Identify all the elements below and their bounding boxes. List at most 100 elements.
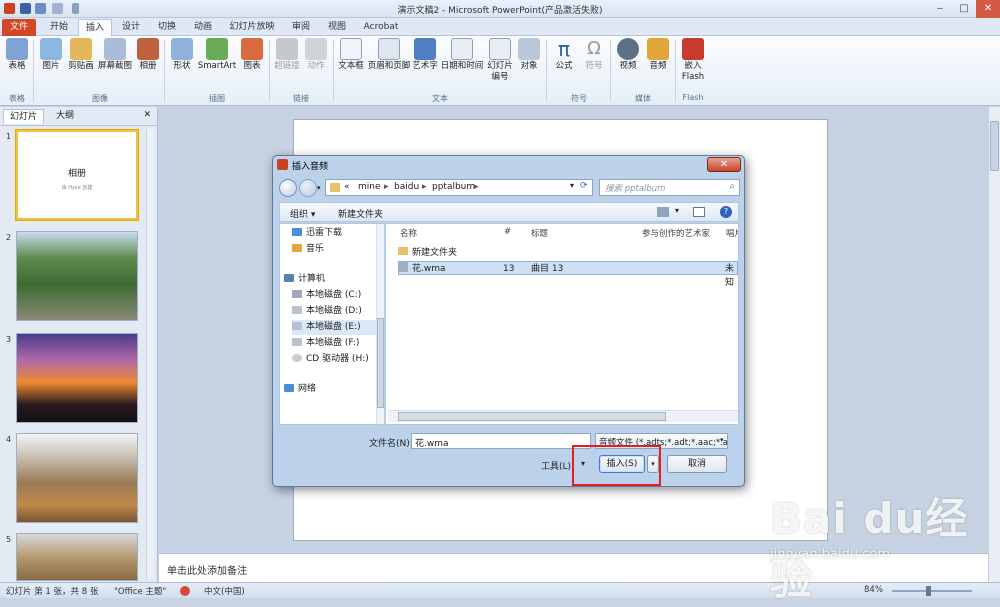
video-button[interactable]: 视频 [614, 38, 642, 72]
datetime-button[interactable]: 日期和时间 [440, 38, 484, 72]
hyperlink-icon [276, 38, 298, 60]
tab-file[interactable]: 文件 [2, 19, 36, 36]
back-button[interactable] [279, 179, 297, 197]
datetime-icon [451, 38, 473, 60]
nav-item-drive-d[interactable]: 本地磁盘 (D:) [292, 304, 380, 319]
smartart-icon [206, 38, 228, 60]
embed-flash-button[interactable]: 嵌入 Flash [679, 38, 707, 83]
textbox-button[interactable]: 文本框 [336, 38, 366, 72]
screenshot-button[interactable]: 屏幕截图 [97, 38, 133, 72]
path-overflow[interactable]: « [344, 182, 350, 192]
tab-view[interactable]: 视图 [320, 19, 354, 36]
picture-button[interactable]: 图片 [38, 38, 64, 72]
hscrollbar-thumb[interactable] [398, 412, 666, 421]
path-segment[interactable]: pptalbum [432, 182, 475, 192]
column-header-album[interactable]: 唱片 [726, 227, 738, 239]
chart-button[interactable]: 图表 [239, 38, 265, 72]
equation-button[interactable]: π 公式 [550, 38, 578, 72]
column-header-name[interactable]: 名称 [400, 227, 417, 239]
close-panel-icon[interactable]: ✕ [143, 110, 151, 120]
slide-number-button[interactable]: 幻灯片 编号 [486, 38, 514, 83]
search-box[interactable]: 搜索 pptalbum ⌕ [599, 179, 740, 196]
search-icon[interactable]: ⌕ [729, 181, 735, 192]
nav-item-xunlei[interactable]: 迅雷下载 [292, 226, 380, 241]
recent-dropdown-icon[interactable]: ▾ [317, 184, 321, 192]
file-list: 名称 # 标题 参与创作的艺术家 唱片 新建文件夹 花.wma 13 曲目 13… [385, 223, 739, 425]
scrollbar-thumb[interactable] [990, 121, 999, 171]
dialog-close-button[interactable]: ✕ [707, 157, 741, 172]
nav-item-drive-c[interactable]: 本地磁盘 (C:) [292, 288, 380, 303]
group-separator [33, 40, 34, 102]
tab-acrobat[interactable]: Acrobat [358, 19, 404, 36]
tab-slides[interactable]: 幻灯片 [3, 109, 45, 124]
view-dropdown-icon[interactable]: ▾ [675, 206, 679, 215]
audio-button[interactable]: 音频 [644, 38, 672, 72]
filetype-dropdown-icon[interactable]: ▾ [720, 436, 724, 444]
nav-item-drive-e[interactable]: 本地磁盘 (E:) [292, 320, 380, 335]
nav-item-cd-drive[interactable]: CD 驱动器 (H:) [292, 352, 380, 367]
path-box[interactable]: « mine ▸ baidu ▸ pptalbum ▸ ▾ ⟳ [325, 179, 593, 196]
tab-animations[interactable]: 动画 [186, 19, 220, 36]
preview-pane-icon[interactable] [693, 207, 705, 217]
path-dropdown-icon[interactable]: ▾ [570, 181, 574, 190]
maximize-button[interactable]: □ [952, 0, 976, 18]
tab-design[interactable]: 设计 [114, 19, 148, 36]
shapes-button[interactable]: 形状 [168, 38, 196, 72]
view-options-icon[interactable] [657, 207, 669, 217]
nav-scrollbar-thumb[interactable] [377, 318, 384, 408]
table-button[interactable]: 表格 [4, 38, 30, 72]
album-button[interactable]: 相册 [136, 38, 160, 72]
column-header-artist[interactable]: 参与创作的艺术家 [642, 227, 710, 239]
refresh-icon[interactable]: ⟳ [580, 181, 588, 191]
file-list-hscrollbar[interactable] [388, 410, 738, 422]
forward-button[interactable] [299, 179, 317, 197]
panel-scrollbar[interactable] [146, 129, 154, 579]
slide-thumbnail-3[interactable] [16, 333, 138, 423]
omega-icon: Ω [587, 38, 601, 59]
nav-item-computer[interactable]: 计算机 [284, 272, 372, 287]
list-item[interactable]: 花.wma 13 曲目 13 未知 [398, 261, 738, 288]
column-header-title[interactable]: 标题 [531, 227, 548, 239]
path-segment[interactable]: baidu [394, 182, 419, 192]
list-item[interactable]: 新建文件夹 [398, 246, 738, 260]
tab-review[interactable]: 审阅 [284, 19, 318, 36]
help-icon[interactable]: ? [720, 206, 732, 218]
hyperlink-button[interactable]: 超链接 [272, 38, 302, 72]
spellcheck-icon[interactable] [180, 586, 190, 596]
chart-icon [241, 38, 263, 60]
tools-button[interactable]: 工具(L) [541, 459, 571, 472]
cancel-button[interactable]: 取消 [667, 455, 727, 473]
nav-scrollbar[interactable] [376, 224, 384, 424]
tab-slideshow[interactable]: 幻灯片放映 [224, 19, 280, 36]
tab-outline[interactable]: 大纲 [50, 109, 80, 124]
path-segment[interactable]: mine [358, 182, 381, 192]
organize-button[interactable]: 组织 ▾ [290, 207, 315, 220]
slide-thumbnail-2[interactable] [16, 231, 138, 321]
theme-name: "Office 主题" [114, 587, 167, 597]
tab-home[interactable]: 开始 [42, 19, 76, 36]
nav-item-drive-f[interactable]: 本地磁盘 (F:) [292, 336, 380, 351]
wordart-button[interactable]: 艺术字 [412, 38, 438, 72]
watermark-url: jingyan.baidu.com [770, 547, 890, 562]
new-folder-button[interactable]: 新建文件夹 [338, 207, 383, 220]
clipart-button[interactable]: 剪贴画 [66, 38, 96, 72]
tab-transitions[interactable]: 切换 [150, 19, 184, 36]
close-button[interactable]: ✕ [976, 0, 1000, 18]
smartart-button[interactable]: SmartArt [197, 38, 237, 72]
tab-insert[interactable]: 插入 [78, 19, 112, 36]
nav-item-network[interactable]: 网络 [284, 382, 372, 397]
minimize-button[interactable]: ‒ [928, 0, 952, 18]
action-button[interactable]: 动作 [303, 38, 329, 72]
slide-thumbnail-1[interactable]: 相册 由 Hyjie 创建 [16, 130, 138, 220]
textbox-icon [340, 38, 362, 60]
header-footer-button[interactable]: 页眉和页脚 [367, 38, 411, 72]
column-header-number[interactable]: # [504, 227, 511, 237]
symbol-button[interactable]: Ω 符号 [580, 38, 608, 72]
object-button[interactable]: 对象 [516, 38, 542, 72]
nav-item-music[interactable]: 音乐 [292, 242, 380, 257]
thumb-subtitle: 由 Hyjie 创建 [61, 185, 93, 191]
slide-thumbnail-5[interactable] [16, 533, 138, 581]
slide-thumbnail-4[interactable] [16, 433, 138, 523]
computer-icon [284, 274, 294, 282]
filename-input[interactable]: 花.wma [411, 433, 591, 449]
